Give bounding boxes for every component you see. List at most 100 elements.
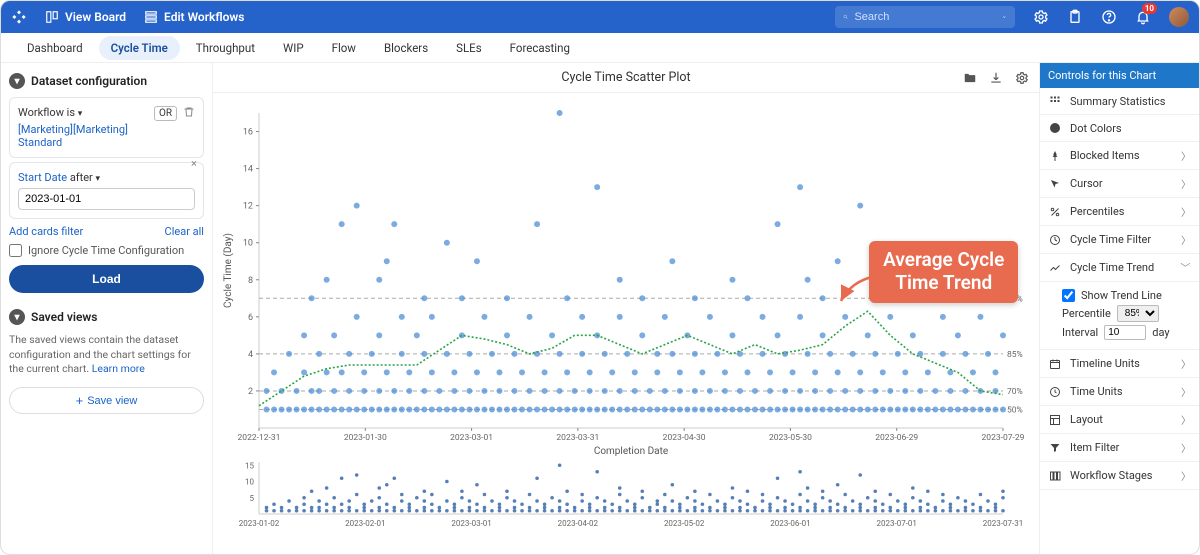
- avatar[interactable]: [1169, 7, 1189, 27]
- svg-text:2022-12-31: 2022-12-31: [238, 433, 281, 443]
- control-item-filter[interactable]: Item Filter〉: [1040, 434, 1199, 462]
- notification-badge: 10: [1142, 3, 1157, 14]
- svg-text:2023-04-02: 2023-04-02: [558, 519, 599, 528]
- svg-text:10: 10: [245, 478, 254, 487]
- scatter-chart[interactable]: 2468101214162022-12-312023-01-302023-03-…: [219, 103, 1033, 550]
- filter-icon: [1048, 233, 1062, 247]
- tabs-row: DashboardCycle TimeThroughputWIPFlowBloc…: [1, 33, 1199, 63]
- app-logo-icon[interactable]: [11, 9, 27, 25]
- collapse-icon[interactable]: ▾: [9, 309, 25, 325]
- saved-views-header[interactable]: ▾ Saved views: [9, 309, 204, 325]
- svg-text:12: 12: [243, 202, 253, 212]
- collapse-icon[interactable]: ▾: [9, 73, 25, 89]
- control-timeline-units[interactable]: Timeline Units〉: [1040, 350, 1199, 378]
- chart-area: Cycle Time Scatter Plot 2468101214162022…: [213, 63, 1039, 554]
- workflow-value[interactable]: [Marketing][Marketing] Standard: [18, 123, 128, 149]
- svg-text:2023-03-31: 2023-03-31: [556, 433, 599, 443]
- cursor-icon: [1048, 177, 1062, 191]
- top-bar: View Board Edit Workflows 10: [1, 1, 1199, 33]
- saved-views-text: The saved views contain the dataset conf…: [9, 333, 204, 377]
- save-view-button[interactable]: +Save view: [9, 387, 204, 414]
- svg-text:2023-01-30: 2023-01-30: [344, 433, 387, 443]
- folder-icon[interactable]: [963, 71, 977, 85]
- view-board-button[interactable]: View Board: [45, 10, 126, 24]
- svg-text:2023-04-30: 2023-04-30: [663, 433, 706, 443]
- svg-text:70%: 70%: [1007, 387, 1023, 397]
- svg-text:2023-03-01: 2023-03-01: [450, 433, 493, 443]
- control-dot-colors[interactable]: Dot Colors: [1040, 115, 1199, 142]
- svg-text:50%: 50%: [1007, 405, 1023, 415]
- tab-forecasting[interactable]: Forecasting: [498, 36, 582, 60]
- trend-icon: [1048, 261, 1062, 275]
- svg-text:4: 4: [248, 350, 253, 360]
- startdate-filter-card: × Start Date after ▾: [9, 162, 204, 219]
- stages-icon: [1048, 469, 1062, 483]
- svg-text:15: 15: [245, 461, 254, 470]
- help-icon[interactable]: [1101, 9, 1117, 25]
- svg-text:2023-07-01: 2023-07-01: [877, 519, 917, 528]
- control-cycle-time-filter[interactable]: Cycle Time Filter〉: [1040, 226, 1199, 254]
- svg-text:2023-06-29: 2023-06-29: [875, 433, 918, 443]
- tab-dashboard[interactable]: Dashboard: [15, 36, 95, 60]
- chart-title: Cycle Time Scatter Plot: [561, 70, 690, 85]
- control-cycle-time-trend[interactable]: Cycle Time Trend〉: [1040, 254, 1199, 282]
- funnel-icon: [1048, 441, 1062, 455]
- bell-icon[interactable]: 10: [1135, 9, 1151, 25]
- or-pill[interactable]: OR: [154, 106, 177, 121]
- tab-flow[interactable]: Flow: [320, 36, 368, 60]
- layout-icon: [1048, 413, 1062, 427]
- clipboard-icon[interactable]: [1067, 9, 1083, 25]
- control-percentiles[interactable]: Percentiles〉: [1040, 198, 1199, 226]
- right-panel: Controls for this Chart Summary Statisti…: [1039, 63, 1199, 554]
- learn-more-link[interactable]: Learn more: [92, 362, 145, 375]
- control-layout[interactable]: Layout〉: [1040, 406, 1199, 434]
- control-cursor[interactable]: Cursor〉: [1040, 170, 1199, 198]
- tab-throughput[interactable]: Throughput: [184, 36, 267, 60]
- cal-icon: [1048, 357, 1062, 371]
- svg-text:2023-07-31: 2023-07-31: [983, 519, 1023, 528]
- startdate-label[interactable]: Start Date after ▾: [18, 171, 195, 184]
- download-icon[interactable]: [989, 71, 1003, 85]
- tab-blockers[interactable]: Blockers: [372, 36, 440, 60]
- search-field[interactable]: [854, 11, 996, 23]
- startdate-input[interactable]: [18, 188, 195, 210]
- add-cards-filter[interactable]: Add cards filter: [9, 225, 83, 238]
- svg-text:85%: 85%: [1007, 350, 1023, 360]
- svg-text:6: 6: [248, 313, 253, 323]
- svg-text:5: 5: [250, 494, 255, 503]
- svg-text:Cycle Time (Day): Cycle Time (Day): [222, 233, 234, 308]
- grid-icon: [1048, 94, 1062, 108]
- control-time-units[interactable]: Time Units〉: [1040, 378, 1199, 406]
- workflow-label[interactable]: Workflow is ▾: [18, 106, 148, 119]
- svg-text:2023-06-01: 2023-06-01: [770, 519, 810, 528]
- clock-icon: [1048, 385, 1062, 399]
- tab-cycle-time[interactable]: Cycle Time: [99, 36, 180, 60]
- clear-all[interactable]: Clear all: [165, 225, 204, 238]
- tab-wip[interactable]: WIP: [271, 36, 316, 60]
- callout-label: Average CycleTime Trend: [869, 241, 1018, 303]
- gear-icon[interactable]: [1015, 71, 1029, 85]
- trash-icon[interactable]: [183, 106, 195, 118]
- svg-text:2023-02-01: 2023-02-01: [345, 519, 385, 528]
- search-input[interactable]: [835, 6, 1015, 28]
- control-summary-statistics[interactable]: Summary Statistics: [1040, 88, 1199, 115]
- interval-row[interactable]: Intervalday: [1062, 325, 1191, 340]
- dataset-config-header[interactable]: ▾ Dataset configuration: [9, 73, 204, 89]
- chevron-down-icon[interactable]: [1002, 12, 1007, 22]
- pin-icon: [1048, 149, 1062, 163]
- svg-text:16: 16: [243, 128, 253, 138]
- percent-icon: [1048, 205, 1062, 219]
- show-trend-checkbox[interactable]: Show Trend Line: [1062, 289, 1191, 302]
- edit-workflows-button[interactable]: Edit Workflows: [144, 10, 244, 24]
- svg-text:14: 14: [243, 165, 253, 175]
- ignore-config-checkbox[interactable]: Ignore Cycle Time Configuration: [9, 244, 204, 257]
- load-button[interactable]: Load: [9, 265, 204, 293]
- close-icon[interactable]: ×: [191, 157, 205, 171]
- left-sidebar: ▾ Dataset configuration Workflow is ▾ [M…: [1, 63, 213, 554]
- control-blocked-items[interactable]: Blocked Items〉: [1040, 142, 1199, 170]
- control-workflow-stages[interactable]: Workflow Stages〉: [1040, 462, 1199, 490]
- svg-text:2: 2: [248, 387, 253, 397]
- gear-icon[interactable]: [1033, 9, 1049, 25]
- tab-sles[interactable]: SLEs: [444, 36, 494, 60]
- percentile-row[interactable]: Percentile85%: [1062, 305, 1191, 322]
